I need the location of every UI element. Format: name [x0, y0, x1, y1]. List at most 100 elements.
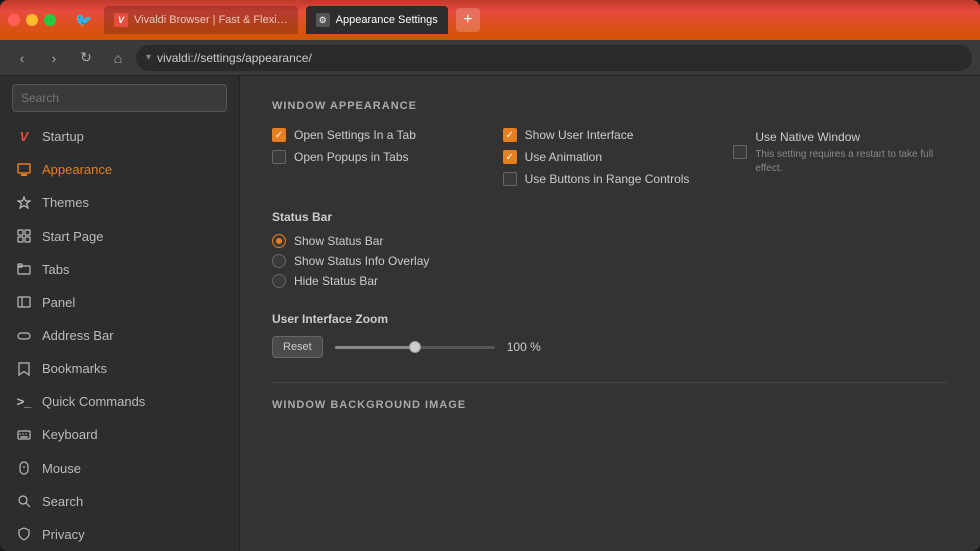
- divider: [272, 382, 948, 383]
- hide-status-bar-row: Hide Status Bar: [272, 274, 948, 288]
- hide-status-bar-label: Hide Status Bar: [294, 274, 378, 288]
- sidebar-label-keyboard: Keyboard: [42, 427, 98, 442]
- sidebar-item-start-page[interactable]: Start Page: [0, 219, 239, 252]
- sidebar-item-startup[interactable]: V Startup: [0, 120, 239, 153]
- content-area: WINDOW APPEARANCE Open Settings In a Tab…: [240, 76, 980, 551]
- sidebar-search-container: [0, 84, 239, 120]
- sidebar-label-privacy: Privacy: [42, 527, 85, 542]
- zoom-title: User Interface Zoom: [272, 312, 948, 326]
- sidebar-item-address-bar[interactable]: Address Bar: [0, 319, 239, 352]
- sidebar-item-panel[interactable]: Panel: [0, 286, 239, 319]
- sidebar-label-mouse: Mouse: [42, 461, 81, 476]
- sidebar-search-input[interactable]: [12, 84, 227, 112]
- search-icon: [16, 493, 32, 509]
- close-button[interactable]: [8, 14, 20, 26]
- window-appearance-grid: Open Settings In a Tab Open Popups in Ta…: [272, 128, 948, 186]
- sidebar-label-quick-commands: Quick Commands: [42, 394, 145, 409]
- maximize-button[interactable]: [44, 14, 56, 26]
- status-bar-section: Status Bar Show Status Bar Show Status I…: [272, 210, 948, 288]
- sidebar-item-tabs[interactable]: Tabs: [0, 253, 239, 286]
- sidebar-label-search: Search: [42, 494, 83, 509]
- show-ui-label: Show User Interface: [525, 128, 634, 142]
- start-page-icon: [16, 228, 32, 244]
- traffic-lights: [8, 14, 56, 26]
- slider-track: [335, 346, 495, 349]
- sidebar-item-appearance[interactable]: Appearance: [0, 153, 239, 186]
- show-status-overlay-radio[interactable]: [272, 254, 286, 268]
- use-buttons-range-row: Use Buttons in Range Controls: [503, 172, 718, 186]
- show-ui-row: Show User Interface: [503, 128, 718, 142]
- sidebar-label-tabs: Tabs: [42, 262, 69, 277]
- sidebar-item-search[interactable]: Search: [0, 485, 239, 518]
- show-status-bar-radio[interactable]: [272, 234, 286, 248]
- zoom-row: Reset 100 %: [272, 336, 948, 358]
- browser-window: 🐦 V Vivaldi Browser | Fast & Flexi… ⚙ Ap…: [0, 0, 980, 551]
- forward-button[interactable]: ›: [40, 44, 68, 72]
- sidebar-label-bookmarks: Bookmarks: [42, 361, 107, 376]
- checkboxes-col1: Open Settings In a Tab Open Popups in Ta…: [272, 128, 487, 186]
- hide-status-bar-radio[interactable]: [272, 274, 286, 288]
- tab-label-vivaldi: Vivaldi Browser | Fast & Flexi…: [134, 14, 288, 26]
- mouse-icon: [16, 460, 32, 476]
- show-status-overlay-row: Show Status Info Overlay: [272, 254, 948, 268]
- quick-commands-icon: >_: [16, 394, 32, 410]
- sidebar-label-appearance: Appearance: [42, 162, 112, 177]
- sidebar-label-address-bar: Address Bar: [42, 328, 114, 343]
- native-window-checkbox[interactable]: [733, 145, 747, 159]
- open-settings-tab-checkbox[interactable]: [272, 128, 286, 142]
- tab-appearance[interactable]: ⚙ Appearance Settings: [306, 6, 448, 34]
- tab-label-appearance: Appearance Settings: [336, 14, 438, 26]
- keyboard-icon: [16, 427, 32, 443]
- use-buttons-range-checkbox[interactable]: [503, 172, 517, 186]
- back-button[interactable]: ‹: [8, 44, 36, 72]
- sidebar-item-themes[interactable]: Themes: [0, 186, 239, 219]
- tabs-icon: [16, 261, 32, 277]
- open-settings-tab-label: Open Settings In a Tab: [294, 128, 416, 142]
- zoom-section: User Interface Zoom Reset 100 %: [272, 312, 948, 358]
- sidebar-label-start-page: Start Page: [42, 229, 103, 244]
- open-settings-tab-row: Open Settings In a Tab: [272, 128, 487, 142]
- use-buttons-range-label: Use Buttons in Range Controls: [525, 172, 690, 186]
- window-appearance-title: WINDOW APPEARANCE: [272, 100, 948, 112]
- checkboxes-col2: Show User Interface Use Animation Use Bu…: [503, 128, 718, 186]
- show-status-bar-label: Show Status Bar: [294, 234, 383, 248]
- home-button[interactable]: ⌂: [104, 44, 132, 72]
- zoom-reset-button[interactable]: Reset: [272, 336, 323, 358]
- open-popups-tabs-checkbox[interactable]: [272, 150, 286, 164]
- use-animation-checkbox[interactable]: [503, 150, 517, 164]
- show-ui-checkbox[interactable]: [503, 128, 517, 142]
- window-background-title: WINDOW BACKGROUND IMAGE: [272, 399, 948, 411]
- sidebar: V Startup Appearance Themes Start Pa: [0, 76, 240, 551]
- sidebar-label-panel: Panel: [42, 295, 75, 310]
- native-window-content: Use Native Window This setting requires …: [755, 128, 948, 176]
- address-bar[interactable]: ▾ vivaldi://settings/appearance/: [136, 45, 972, 71]
- sidebar-label-startup: Startup: [42, 129, 84, 144]
- new-tab-button[interactable]: +: [456, 8, 480, 32]
- sidebar-item-privacy[interactable]: Privacy: [0, 518, 239, 551]
- address-dropdown-icon: ▾: [146, 52, 151, 63]
- sidebar-item-mouse[interactable]: Mouse: [0, 452, 239, 485]
- twitter-icon: 🐦: [72, 8, 96, 32]
- address-bar-icon: [16, 328, 32, 344]
- tab-favicon-vivaldi: V: [114, 13, 128, 27]
- sidebar-item-quick-commands[interactable]: >_ Quick Commands: [0, 385, 239, 418]
- address-url: vivaldi://settings/appearance/: [157, 51, 312, 65]
- appearance-icon: [16, 162, 32, 178]
- sidebar-item-keyboard[interactable]: Keyboard: [0, 418, 239, 451]
- bookmarks-icon: [16, 361, 32, 377]
- open-popups-tabs-row: Open Popups in Tabs: [272, 150, 487, 164]
- minimize-button[interactable]: [26, 14, 38, 26]
- sidebar-item-bookmarks[interactable]: Bookmarks: [0, 352, 239, 385]
- show-status-overlay-label: Show Status Info Overlay: [294, 254, 429, 268]
- main-area: V Startup Appearance Themes Start Pa: [0, 76, 980, 551]
- navigation-bar: ‹ › ↻ ⌂ ▾ vivaldi://settings/appearance/: [0, 40, 980, 76]
- title-bar: 🐦 V Vivaldi Browser | Fast & Flexi… ⚙ Ap…: [0, 0, 980, 40]
- reload-button[interactable]: ↻: [72, 44, 100, 72]
- slider-fill: [335, 346, 415, 349]
- use-animation-row: Use Animation: [503, 150, 718, 164]
- zoom-slider[interactable]: [335, 339, 495, 355]
- slider-thumb[interactable]: [409, 341, 421, 353]
- tab-vivaldi[interactable]: V Vivaldi Browser | Fast & Flexi…: [104, 6, 298, 34]
- panel-icon: [16, 294, 32, 310]
- open-popups-tabs-label: Open Popups in Tabs: [294, 150, 409, 164]
